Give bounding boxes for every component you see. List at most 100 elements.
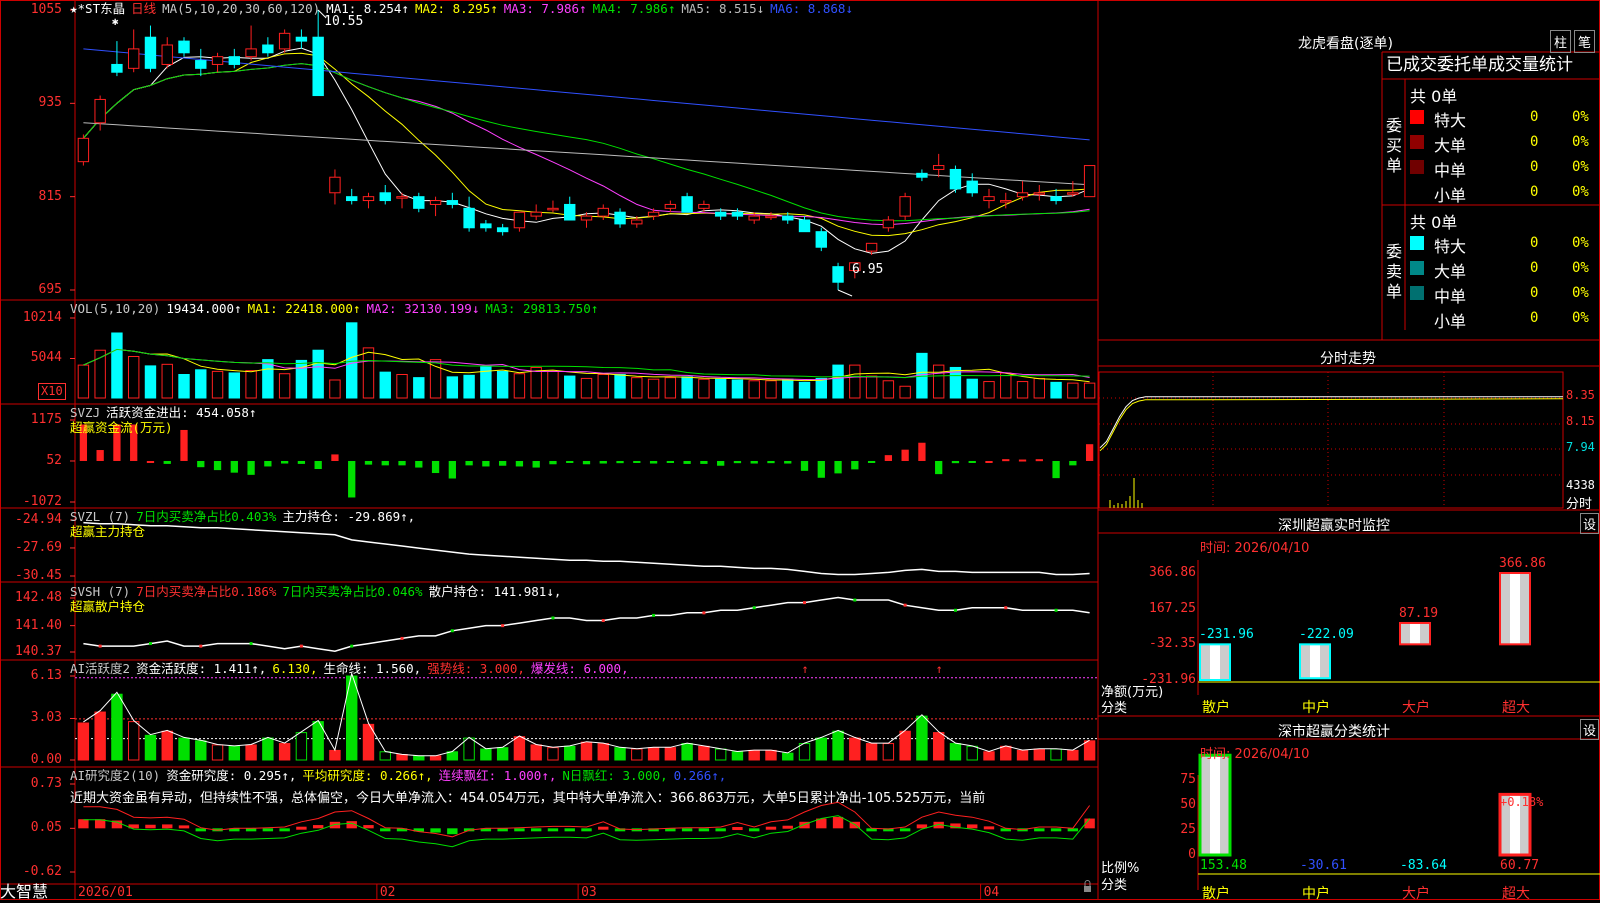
candle-body (245, 48, 257, 58)
candle-body (782, 215, 794, 221)
volume-bar (932, 364, 945, 399)
main-y-tick: 695 (38, 282, 62, 297)
sz-monitor-settings-button[interactable]: 设 (1580, 513, 1600, 534)
svsh-header-item: 散户持仓: 141.981↓, (428, 584, 562, 599)
sz-monitor-category: 超大 (1502, 700, 1530, 716)
svzj-bar (633, 460, 641, 463)
activity-bar (530, 744, 542, 761)
activity-bar (111, 693, 123, 761)
candle (832, 262, 844, 290)
up-arrow-icon: ↑ (802, 662, 809, 676)
dragon-row-name: 小单 (1434, 186, 1467, 205)
candle-body (480, 223, 492, 229)
candle-body (379, 192, 391, 202)
activity-bar (480, 748, 492, 761)
svsh-dot (903, 603, 907, 607)
candle-body (295, 36, 308, 42)
candle-body (1083, 165, 1096, 198)
research-bar (312, 825, 324, 829)
svzj-bar (415, 460, 423, 468)
activity-bar (228, 745, 241, 761)
candle (379, 185, 391, 205)
svzj-bar (935, 460, 943, 475)
intraday-vol-label: 4338 (1566, 478, 1595, 492)
candle-body (413, 196, 425, 209)
tick-button[interactable]: 笔 (1574, 30, 1596, 53)
volume-bar (647, 378, 660, 399)
candle (463, 196, 475, 232)
dragon-swatch (1410, 110, 1424, 124)
dragon-row-count: 0 (1530, 184, 1539, 200)
volume-bar (1000, 372, 1012, 399)
volume-bar (77, 364, 90, 399)
volume-bar (547, 370, 559, 399)
svsh-dot (299, 644, 303, 648)
sz-monitor-bar (1199, 643, 1231, 682)
candle-body (983, 196, 995, 202)
dragon-tab-title: 已成交委托单成交量统计 (1386, 55, 1573, 75)
svsh-dot (1004, 606, 1008, 610)
intraday-price-line (1099, 396, 1563, 449)
activity-bar (295, 732, 308, 761)
svsh-dot (601, 619, 605, 623)
research-bar (581, 828, 592, 832)
candle-body (329, 176, 341, 194)
activity-bar (580, 741, 593, 761)
svzj-bar (280, 460, 289, 464)
sz-classify-settings-button[interactable]: 设 (1580, 719, 1600, 740)
volume-bar (211, 370, 224, 399)
candle-body (798, 219, 811, 233)
main-header-item: MA5: 8.515↓ (681, 1, 765, 16)
activity-bar (714, 748, 727, 761)
volume-bar (865, 375, 878, 399)
activity-bar (144, 734, 157, 761)
svzj-bar (146, 460, 155, 463)
svzj-bar (331, 454, 339, 461)
candle (346, 188, 358, 205)
stock-chart-canvas[interactable]: ↑ ↑ (0, 0, 1600, 900)
activity-bar (815, 737, 827, 761)
sz-monitor-bar-highlight (1510, 573, 1520, 645)
volume-bar (731, 379, 744, 399)
svsh-dot (501, 624, 505, 628)
svzl-header-item: SVZL (7) (70, 509, 131, 524)
research-header-item: 资金研究度: 0.295↑, (166, 768, 297, 783)
dragon-row-name: 中单 (1434, 161, 1467, 180)
sz-monitor-category: 中户 (1302, 700, 1330, 716)
volume-bar (396, 374, 408, 399)
candle-body (144, 36, 157, 69)
main-header-item: MA4: 7.986↑ (592, 1, 676, 16)
column-button[interactable]: 柱 (1550, 30, 1572, 53)
research-bar (732, 827, 743, 831)
candle-body (496, 227, 509, 233)
sz-classify-y-tick: 25 (1180, 822, 1196, 838)
activity-bar (1083, 740, 1096, 761)
research-red-line (83, 801, 1091, 838)
volume-header-item: MA3: 29813.750↑ (485, 301, 599, 316)
ma-line-30 (83, 63, 1090, 222)
volume-bar (513, 373, 526, 399)
volume-bar (362, 347, 375, 399)
sz-classify-category: 散户 (1202, 886, 1230, 902)
activity-bar (664, 747, 677, 761)
volume-bar (798, 381, 811, 399)
candle (446, 192, 459, 209)
research-bar (1050, 828, 1062, 832)
svzj-bar (867, 460, 876, 463)
activity-bar (446, 751, 459, 761)
research-commentary: 近期大资金虽有异动，但持续性不强，总体偏空，今日大单净流入：454.054万元，… (70, 791, 986, 806)
activity-bar (798, 743, 811, 761)
activity-bar (77, 722, 90, 761)
activity-bar (899, 730, 911, 761)
activity-bar (1000, 745, 1012, 761)
dragon-buy-total: 共 0单 (1410, 87, 1458, 106)
sz-classify-value: -30.61 (1300, 858, 1347, 873)
svzj-bar (901, 449, 909, 461)
main-header-item: MA2: 8.295↑ (414, 1, 498, 16)
activity-bar (1050, 748, 1062, 761)
candle (899, 192, 911, 220)
volume-bar (815, 377, 827, 399)
candle-body (211, 56, 224, 65)
low-price-label: 6.95 (852, 262, 884, 277)
candle-body (647, 211, 660, 217)
